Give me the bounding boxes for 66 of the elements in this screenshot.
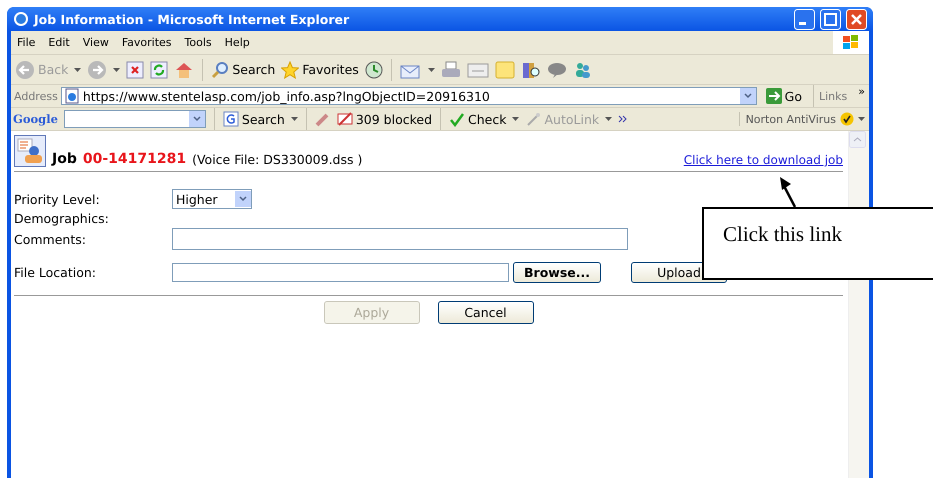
speech-bubble-icon[interactable] — [546, 60, 567, 78]
priority-select[interactable]: Higher — [172, 189, 252, 209]
caret-icon[interactable] — [605, 117, 612, 121]
caret-icon[interactable] — [428, 68, 435, 72]
callout-tooltip: Click this link — [702, 207, 933, 280]
menu-item[interactable]: Favorites — [122, 36, 172, 49]
caret-icon[interactable] — [858, 117, 865, 121]
google-logo[interactable]: Google — [13, 112, 58, 126]
magnifier-icon — [211, 60, 230, 78]
popup-blocked-icon — [336, 111, 353, 127]
home-icon[interactable] — [174, 60, 194, 78]
windows-flag-icon — [841, 34, 861, 52]
double-arrow-icon[interactable] — [618, 114, 628, 124]
caret-icon[interactable] — [113, 68, 120, 72]
menu-item[interactable]: View — [82, 36, 109, 49]
field-label: Priority Level: — [14, 192, 101, 206]
history-icon[interactable] — [364, 60, 383, 78]
caret-icon[interactable] — [512, 117, 520, 121]
research-icon[interactable] — [520, 60, 541, 78]
menu-item[interactable]: File — [17, 36, 36, 49]
job-number: 00-14171281 — [82, 151, 186, 167]
voice-file-text: (Voice File: DS330009.dss ) — [192, 152, 362, 167]
field-label: Demographics: — [14, 211, 110, 226]
page-icon — [64, 88, 80, 104]
window-title: Job Information - Microsoft Internet Explorer — [34, 12, 350, 26]
menu-item[interactable]: Help — [224, 36, 250, 49]
download-link[interactable]: Click here to download job — [684, 153, 843, 167]
address-label: Address — [14, 90, 58, 102]
minimize-icon[interactable] — [794, 8, 815, 30]
browser-icon — [13, 11, 29, 27]
comments-field[interactable] — [172, 228, 628, 250]
printer-icon[interactable] — [440, 60, 461, 78]
maximize-icon[interactable] — [820, 8, 841, 30]
browse-button[interactable]: Browse... — [513, 262, 601, 283]
norton-button[interactable]: Norton AntiVirus — [738, 112, 869, 126]
field-label: File Location: — [14, 265, 97, 280]
close-icon[interactable] — [846, 8, 867, 30]
star-icon — [281, 60, 300, 78]
field-label: Comments: — [14, 232, 87, 246]
menu-item[interactable]: Edit — [48, 36, 70, 49]
links-button[interactable]: Links — [819, 90, 848, 102]
job-label: Job — [52, 151, 77, 167]
refresh-icon[interactable] — [150, 60, 168, 78]
search-button[interactable]: Search — [211, 60, 276, 78]
favorites-button[interactable]: Favorites — [281, 60, 359, 78]
file-location-field[interactable] — [172, 263, 509, 282]
spell-check-icon — [449, 111, 466, 127]
menu-item[interactable]: Tools — [184, 36, 212, 49]
pointer-arrow — [777, 176, 799, 208]
form-button[interactable]: Cancel — [438, 301, 534, 324]
google-search-field[interactable] — [64, 110, 206, 128]
norton-icon — [840, 112, 854, 126]
arrow-icon — [766, 88, 782, 104]
edit-page-icon[interactable] — [466, 60, 489, 78]
caret-icon[interactable] — [290, 117, 298, 121]
wand-icon — [525, 111, 542, 127]
check-button[interactable]: Check — [449, 111, 506, 127]
more-chevron[interactable]: » — [850, 85, 869, 98]
stop-icon[interactable] — [126, 60, 144, 78]
job-icon — [14, 135, 46, 167]
google-g-icon — [222, 111, 239, 127]
go-button[interactable]: Go — [760, 88, 808, 104]
search-button[interactable]: Search — [222, 111, 285, 127]
blocked-button[interactable]: 309 blocked — [336, 111, 432, 127]
address-field[interactable]: https://www.stentelasp.com/job_info.asp?lngObjectID=20916310 — [60, 87, 757, 105]
caret-icon[interactable] — [74, 68, 82, 72]
